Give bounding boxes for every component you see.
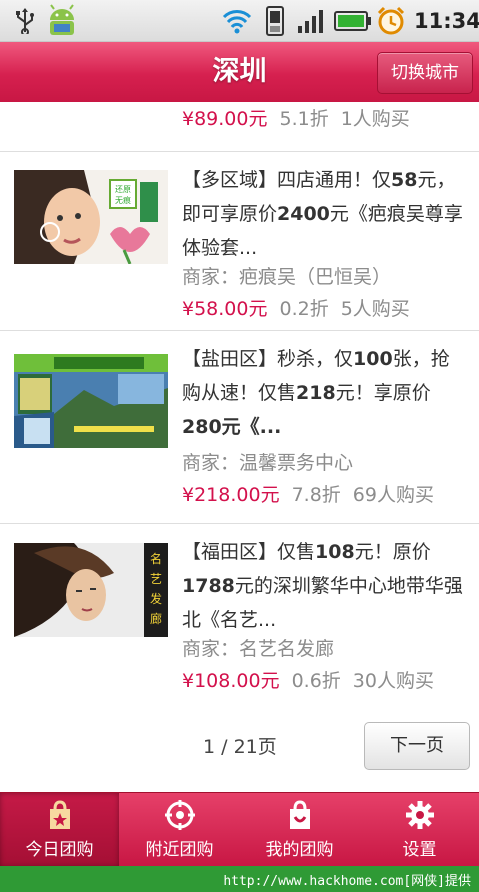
deal-buyers: 69人购买 (352, 484, 434, 506)
battery-icon (334, 11, 371, 31)
price-row: ¥58.00元 0.2折 5人购买 (182, 294, 410, 321)
tab-label: 附近团购 (145, 840, 214, 860)
svg-text:名: 名 (150, 551, 162, 566)
deal-discount: 5.1折 (279, 108, 329, 130)
list-item[interactable]: 【盐田区】秒杀，仅100张，抢购从速！仅售218元！享原价280元《... 商家… (0, 332, 479, 524)
price-row: ¥218.00元 7.8折 69人购买 (182, 480, 434, 507)
nearby-icon (165, 800, 195, 830)
phone-icon (266, 6, 284, 36)
deal-merchant: 商家：名艺名发廊 (182, 638, 335, 660)
status-bar: 11:34 (0, 0, 479, 42)
deal-title: 【多区域】四店通用！仅58元，即可享原价2400元《疤痕吴尊享体验套... (182, 169, 463, 259)
tab-my-deals[interactable]: 我的团购 (240, 793, 359, 867)
tab-settings[interactable]: 设置 (360, 793, 479, 867)
list-item[interactable]: 名 艺 发 廊 【福田区】仅售108元！原价1788元的深圳繁华中心地带华强北《… (0, 525, 479, 705)
svg-text:还原: 还原 (115, 184, 131, 194)
tab-label: 今日团购 (25, 840, 94, 860)
my-deals-bag-icon (290, 800, 310, 829)
deal-price: ¥108.00元 (182, 670, 280, 692)
tab-nearby-deals[interactable]: 附近团购 (120, 793, 239, 867)
watermark-text: http://www.hackhome.com[网侠]提供 (223, 874, 471, 889)
deal-thumbnail: 还原 无痕 (14, 170, 168, 264)
deal-price: ¥218.00元 (182, 484, 280, 506)
deal-discount: 0.6折 (291, 670, 341, 692)
price-row: ¥108.00元 0.6折 30人购买 (182, 666, 434, 693)
alarm-clock-icon (377, 6, 405, 35)
bottom-tab-bar: 今日团购 附近团购 我的团购 设置 (0, 792, 479, 867)
tab-label: 我的团购 (265, 840, 334, 860)
usb-icon (16, 8, 34, 34)
wifi-icon (222, 10, 252, 34)
status-time: 11:34 (414, 9, 479, 33)
list-item[interactable]: 还原 无痕 【多区域】四店通用！仅58元，即可享原价2400元《疤痕吴尊享体验套… (0, 153, 479, 331)
svg-text:无痕: 无痕 (115, 195, 131, 205)
today-deals-icon (50, 800, 70, 829)
deal-title: 【福田区】仅售108元！原价1788元的深圳繁华中心地带华强北《名艺... (182, 541, 463, 631)
signal-icon (298, 10, 323, 33)
price-row: ¥89.00元 5.1折 1人购买 (182, 104, 410, 131)
page-indicator: 1 / 21页 (203, 736, 277, 758)
next-page-button[interactable]: 下一页 (364, 722, 470, 770)
svg-text:廊: 廊 (150, 611, 162, 626)
watermark-bar: http://www.hackhome.com[网侠]提供 (0, 866, 479, 892)
deal-buyers: 1人购买 (340, 108, 410, 130)
deal-merchant: 商家：疤痕吴（巴恒吴） (182, 266, 392, 288)
list-item-partial[interactable]: ¥89.00元 5.1折 1人购买 (0, 102, 479, 152)
gear-icon (406, 801, 434, 829)
title-bar: 深圳 切换城市 (0, 42, 479, 102)
switch-city-button[interactable]: 切换城市 (377, 52, 473, 94)
deal-thumbnail: 名 艺 发 廊 (14, 543, 168, 637)
deal-title: 【盐田区】秒杀，仅100张，抢购从速！仅售218元！享原价280元《... (182, 348, 450, 438)
tab-label: 设置 (402, 840, 437, 860)
deal-price: ¥89.00元 (182, 108, 268, 130)
deal-buyers: 5人购买 (340, 298, 410, 320)
deal-discount: 7.8折 (291, 484, 341, 506)
deal-buyers: 30人购买 (352, 670, 434, 692)
svg-text:发: 发 (150, 591, 162, 606)
android-debug-icon (50, 4, 74, 35)
tab-today-deals[interactable]: 今日团购 (0, 793, 119, 867)
deal-thumbnail (14, 354, 168, 448)
deal-list[interactable]: ¥89.00元 5.1折 1人购买 还原 无痕 【多区域】四店通用！仅58元，即可享… (0, 102, 479, 792)
svg-text:艺: 艺 (150, 572, 162, 586)
deal-discount: 0.2折 (279, 298, 329, 320)
deal-merchant: 商家：温馨票务中心 (182, 452, 354, 474)
deal-price: ¥58.00元 (182, 298, 268, 320)
